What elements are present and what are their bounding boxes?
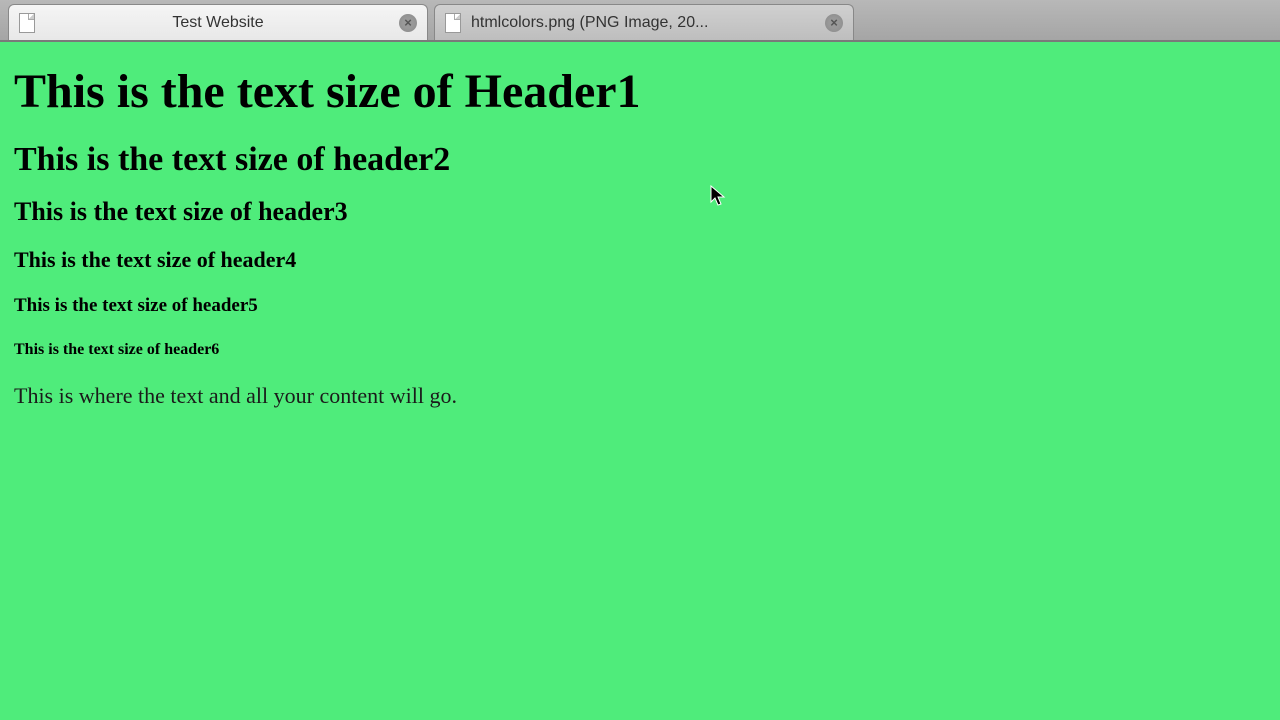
heading-5: This is the text size of header5 xyxy=(14,295,1266,317)
heading-4: This is the text size of header4 xyxy=(14,247,1266,273)
browser-tab-active[interactable]: Test Website × xyxy=(8,4,428,40)
tab-title: Test Website xyxy=(45,14,391,32)
page-content: This is the text size of Header1 This is… xyxy=(0,42,1280,720)
page-icon xyxy=(19,13,35,33)
heading-1: This is the text size of Header1 xyxy=(14,64,1266,119)
heading-6: This is the text size of header6 xyxy=(14,341,1266,359)
heading-2: This is the text size of header2 xyxy=(14,141,1266,179)
page-icon xyxy=(445,13,461,33)
heading-3: This is the text size of header3 xyxy=(14,197,1266,227)
close-icon[interactable]: × xyxy=(399,14,417,32)
browser-tab-inactive[interactable]: htmlcolors.png (PNG Image, 20... × xyxy=(434,4,854,40)
paragraph-text: This is where the text and all your cont… xyxy=(14,383,1266,409)
browser-tab-bar: Test Website × htmlcolors.png (PNG Image… xyxy=(0,0,1280,42)
tab-title: htmlcolors.png (PNG Image, 20... xyxy=(471,14,817,32)
close-icon[interactable]: × xyxy=(825,14,843,32)
